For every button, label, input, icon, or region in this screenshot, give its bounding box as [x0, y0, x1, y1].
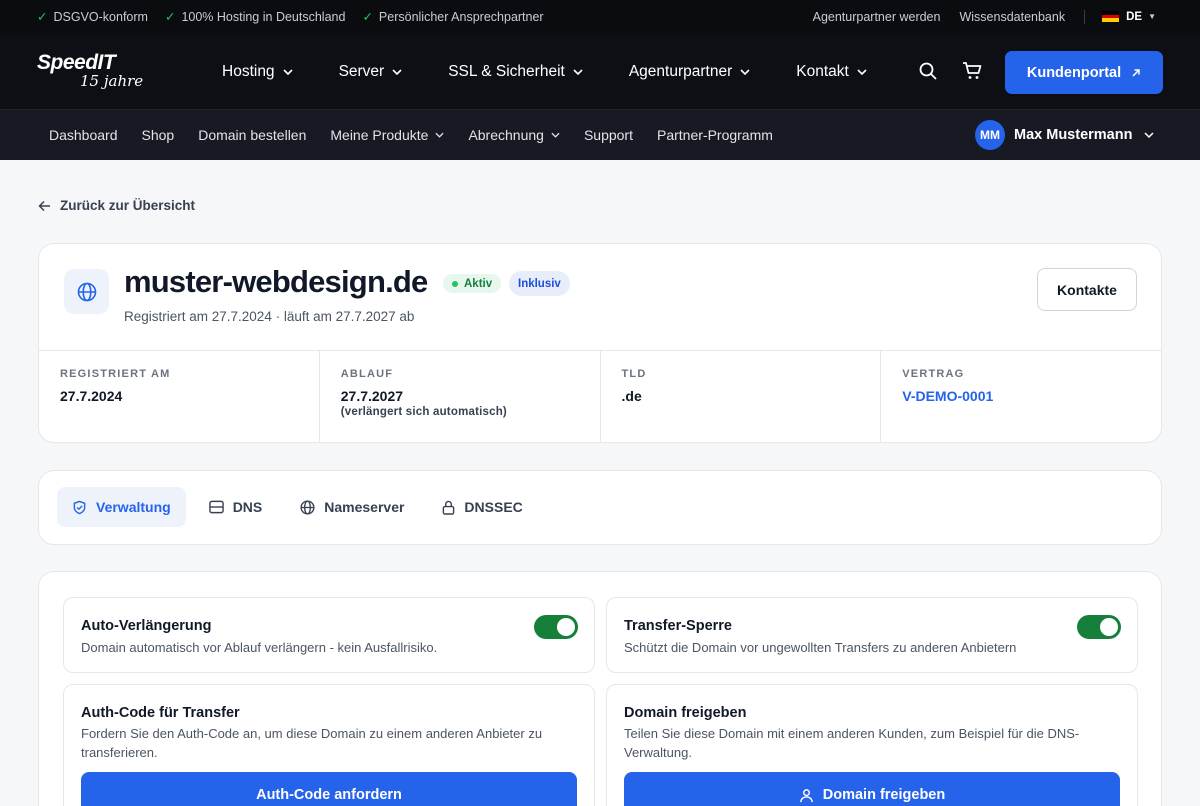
- subnav-item-domain-bestellen[interactable]: Domain bestellen: [198, 127, 306, 143]
- transfer-lock-panel: Transfer-Sperre Schützt die Domain vor u…: [606, 597, 1138, 673]
- auto-renew-toggle[interactable]: [534, 615, 578, 639]
- tab-nameserver[interactable]: Nameserver: [285, 487, 419, 527]
- chevron-down-icon: [573, 68, 583, 75]
- language-selector[interactable]: DE ▼: [1102, 11, 1156, 23]
- caret-down-icon: ▼: [1148, 12, 1156, 21]
- status-badge: Aktiv: [443, 274, 502, 293]
- lock-icon: [443, 500, 455, 515]
- share-domain-panel: Domain freigeben Teilen Sie diese Domain…: [606, 684, 1138, 806]
- user-name: Max Mustermann: [1014, 127, 1133, 143]
- nav-item-hosting[interactable]: Hosting: [222, 63, 293, 81]
- agency-partner-link[interactable]: Agenturpartner werden: [813, 10, 941, 24]
- german-flag-icon: [1102, 11, 1120, 23]
- subnav-item-abrechnung[interactable]: Abrechnung: [468, 127, 560, 143]
- portal-subnav: Dashboard Shop Domain bestellen Meine Pr…: [0, 110, 1200, 160]
- subnav-item-shop[interactable]: Shop: [142, 127, 175, 143]
- domain-settings-card: Auto-Verlängerung Domain automatisch vor…: [38, 571, 1162, 806]
- knowledge-base-link[interactable]: Wissensdatenbank: [959, 10, 1065, 24]
- subnav-item-support[interactable]: Support: [584, 127, 633, 143]
- chevron-down-icon: [392, 68, 402, 75]
- contacts-button[interactable]: Kontakte: [1037, 268, 1137, 311]
- nav-item-kontakt[interactable]: Kontakt: [796, 63, 867, 81]
- stat-expiry: ABLAUF 27.7.2027 (verlängert sich automa…: [320, 351, 601, 443]
- subnav-item-dashboard[interactable]: Dashboard: [49, 127, 118, 143]
- top-bar: ✓ DSGVO-konform ✓ 100% Hosting in Deutschl…: [0, 0, 1200, 33]
- trust-badge: ✓ DSGVO-konform: [37, 10, 148, 24]
- plan-badge: Inklusiv: [509, 271, 570, 296]
- nav-item-server[interactable]: Server: [339, 63, 403, 81]
- tabs-card: Verwaltung DNS Nameserver DNSSEC: [38, 470, 1162, 545]
- check-icon: ✓: [164, 10, 176, 24]
- domain-overview-card: muster-webdesign.de Aktiv Inklusiv Regis…: [38, 243, 1162, 443]
- arrow-left-icon: [38, 200, 50, 211]
- chevron-down-icon: [1144, 132, 1154, 138]
- logo[interactable]: SpeedIT 15 jahre: [37, 52, 143, 89]
- trust-badge: ✓ 100% Hosting in Deutschland: [164, 10, 346, 24]
- chevron-down-icon: [551, 132, 560, 138]
- domain-icon-box: [64, 269, 109, 314]
- trust-badge: ✓ Persönlicher Ansprechpartner: [362, 10, 544, 24]
- divider: [1084, 9, 1086, 24]
- cart-icon[interactable]: [962, 61, 982, 81]
- customer-portal-button[interactable]: Kundenportal: [1005, 51, 1163, 94]
- search-icon[interactable]: [918, 61, 938, 81]
- stat-tld: TLD .de: [601, 351, 882, 443]
- status-dot-icon: [452, 280, 458, 287]
- stat-contract: VERTRAG V-DEMO-0001: [881, 351, 1161, 443]
- check-icon: ✓: [37, 10, 48, 24]
- user-icon: [799, 788, 813, 802]
- transfer-lock-toggle[interactable]: [1077, 615, 1121, 639]
- user-menu[interactable]: MM Max Mustermann: [975, 120, 1154, 150]
- domain-stats: REGISTRIERT AM 27.7.2024 ABLAUF 27.7.202…: [39, 350, 1161, 443]
- auth-code-panel: Auth-Code für Transfer Fordern Sie den A…: [63, 684, 595, 806]
- share-domain-button[interactable]: Domain freigeben: [624, 772, 1120, 806]
- trust-badges: ✓ DSGVO-konform ✓ 100% Hosting in Deutschl…: [37, 0, 544, 33]
- chevron-down-icon: [282, 68, 293, 75]
- shield-icon: [73, 500, 86, 514]
- domain-name: muster-webdesign.de: [124, 264, 428, 299]
- globe-icon: [300, 499, 315, 515]
- chevron-down-icon: [740, 68, 750, 75]
- auto-renew-panel: Auto-Verlängerung Domain automatisch vor…: [63, 597, 595, 673]
- nav-item-agenturpartner[interactable]: Agenturpartner: [629, 63, 750, 81]
- tab-dnssec[interactable]: DNSSEC: [427, 487, 537, 527]
- chevron-down-icon: [857, 68, 867, 75]
- tab-dns[interactable]: DNS: [194, 487, 278, 527]
- check-icon: ✓: [362, 10, 373, 24]
- globe-icon: [77, 282, 96, 301]
- request-auth-code-button[interactable]: Auth-Code anfordern: [81, 772, 577, 806]
- external-arrow-icon: [1132, 68, 1140, 77]
- contract-link[interactable]: V-DEMO-0001: [902, 388, 1140, 404]
- back-link[interactable]: Zurück zur Übersicht: [38, 198, 195, 213]
- stat-registered: REGISTRIERT AM 27.7.2024: [39, 351, 320, 443]
- main-navigation: SpeedIT 15 jahre Hosting Server SSL & Si…: [0, 33, 1200, 110]
- server-icon: [208, 500, 224, 514]
- domain-subtitle: Registriert am 27.7.2024 · läuft am 27.7…: [124, 309, 415, 324]
- tab-verwaltung[interactable]: Verwaltung: [57, 487, 186, 527]
- chevron-down-icon: [435, 132, 445, 138]
- avatar: MM: [975, 120, 1005, 150]
- subnav-item-meine-produkte[interactable]: Meine Produkte: [330, 127, 445, 143]
- subnav-item-partner-programm[interactable]: Partner-Programm: [657, 127, 773, 143]
- nav-item-ssl[interactable]: SSL & Sicherheit: [448, 63, 583, 81]
